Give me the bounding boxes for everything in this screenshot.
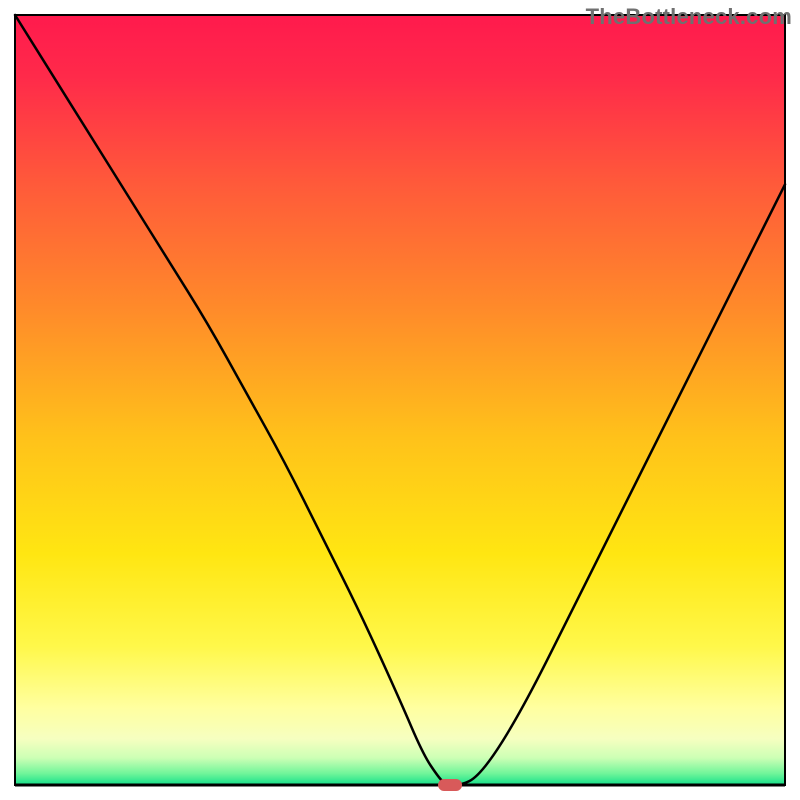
chart-svg: [0, 0, 800, 800]
marker-optimal-point: [438, 779, 462, 791]
plot-background: [15, 15, 785, 785]
bottleneck-chart: TheBottleneck.com: [0, 0, 800, 800]
watermark-text: TheBottleneck.com: [586, 4, 792, 30]
